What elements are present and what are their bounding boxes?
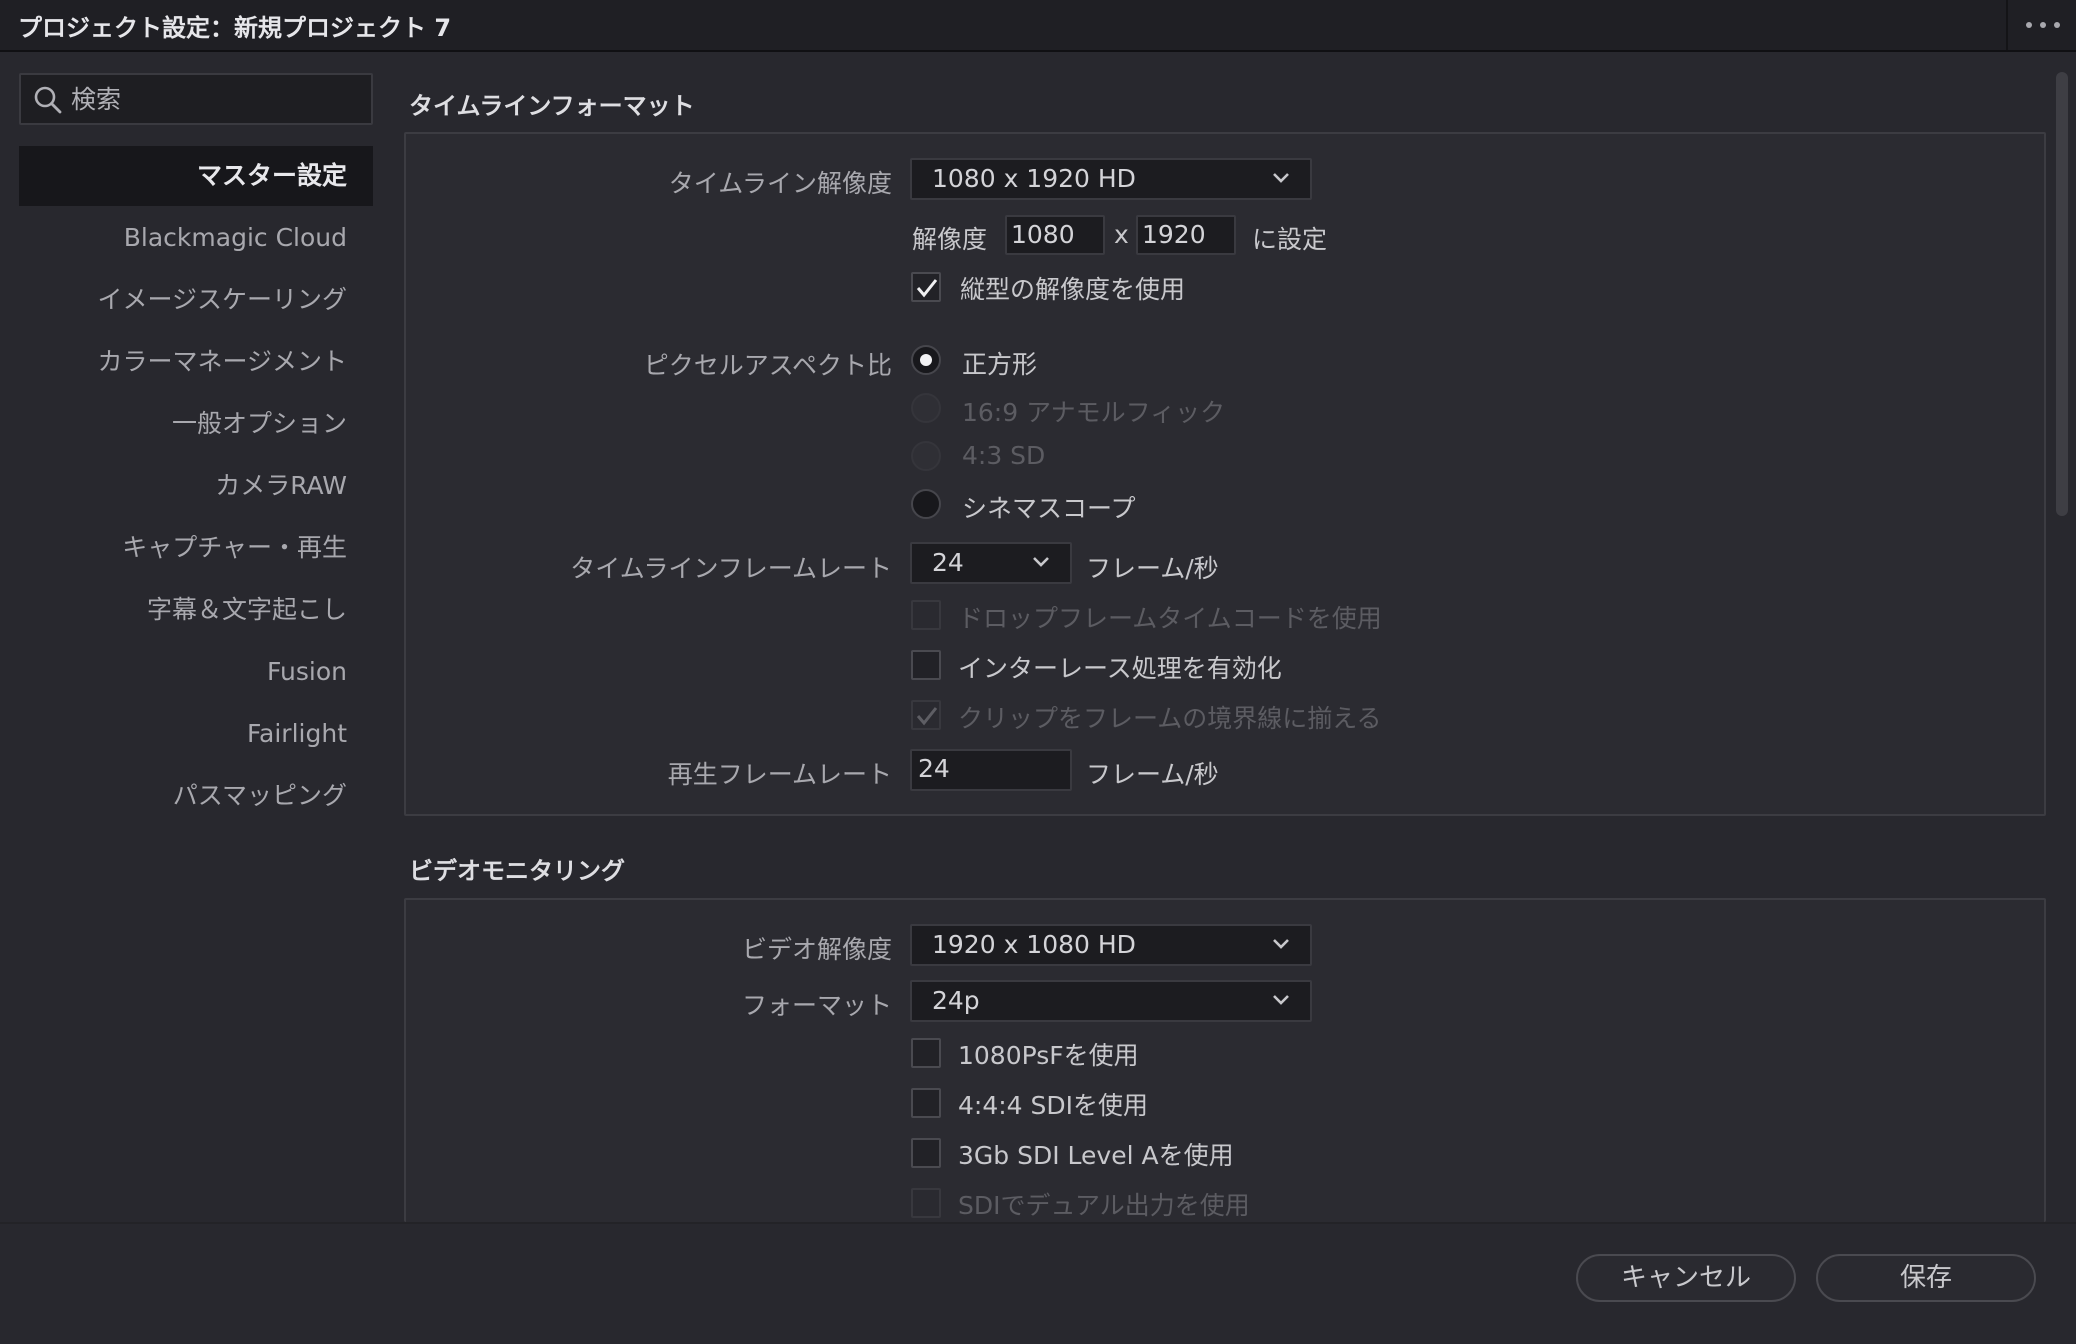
resolution-height-input[interactable]: 1920	[1136, 215, 1236, 255]
pixel-aspect-square-radio[interactable]	[911, 345, 941, 375]
vertical-resolution-checkbox[interactable]	[911, 272, 941, 302]
playback-frame-rate-input[interactable]: 24	[910, 749, 1072, 791]
video-resolution-value: 1920 x 1080 HD	[932, 930, 1136, 959]
pixel-aspect-cinemascope-radio[interactable]	[911, 489, 941, 519]
dual-sdi-checkbox[interactable]	[911, 1188, 941, 1218]
frame-rate-unit: フレーム/秒	[1086, 554, 1219, 583]
search-box[interactable]	[19, 73, 373, 125]
snap-to-frame-checkbox[interactable]	[911, 700, 941, 730]
video-format-value: 24p	[932, 986, 980, 1015]
video-resolution-dropdown[interactable]: 1920 x 1080 HD	[910, 924, 1312, 966]
snap-to-frame-label: クリップをフレームの境界線に揃える	[958, 704, 1382, 733]
sidebar-item-capture-playback[interactable]: キャプチャー・再生	[19, 518, 373, 578]
resolution-separator: x	[1114, 220, 1129, 249]
sidebar-item-fusion[interactable]: Fusion	[19, 642, 373, 702]
pixel-aspect-anamorphic-radio[interactable]	[911, 393, 941, 423]
pixel-aspect-label: ピクセルアスペクト比	[643, 351, 892, 380]
drop-frame-label: ドロップフレームタイムコードを使用	[958, 604, 1382, 633]
save-button[interactable]: 保存	[1816, 1254, 2036, 1302]
sidebar-item-subtitles[interactable]: 字幕＆文字起こし	[19, 580, 373, 640]
video-format-dropdown[interactable]: 24p	[910, 980, 1312, 1022]
chevron-down-icon	[1273, 939, 1289, 949]
playback-frame-rate-label: 再生フレームレート	[667, 760, 892, 789]
vertical-resolution-label: 縦型の解像度を使用	[960, 275, 1186, 304]
sidebar-item-image-scaling[interactable]: イメージスケーリング	[19, 270, 373, 330]
more-options-button[interactable]	[2006, 0, 2076, 50]
timeline-resolution-label: タイムライン解像度	[668, 169, 892, 198]
pixel-aspect-sd-label: 4:3 SD	[962, 441, 1046, 470]
sidebar-item-blackmagic-cloud[interactable]: Blackmagic Cloud	[19, 208, 373, 268]
chevron-down-icon	[1273, 173, 1289, 183]
custom-resolution-label: 解像度	[912, 225, 988, 254]
playback-frame-rate-unit: フレーム/秒	[1086, 760, 1219, 789]
ellipsis-dot	[2040, 22, 2046, 28]
pixel-aspect-square-label: 正方形	[962, 350, 1038, 379]
cancel-button[interactable]: キャンセル	[1576, 1254, 1796, 1302]
sidebar-item-general-options[interactable]: 一般オプション	[19, 394, 373, 454]
search-input[interactable]	[71, 83, 361, 115]
resolution-width-input[interactable]: 1080	[1005, 215, 1105, 255]
psf-label: 1080PsFを使用	[958, 1041, 1139, 1070]
psf-checkbox[interactable]	[911, 1038, 941, 1068]
section-title-video-monitoring: ビデオモニタリング	[409, 857, 625, 885]
sidebar-item-fairlight[interactable]: Fairlight	[19, 704, 373, 764]
chevron-down-icon	[1273, 995, 1289, 1005]
search-icon	[34, 86, 62, 114]
drop-frame-checkbox[interactable]	[911, 600, 941, 630]
set-resolution-label: に設定	[1252, 225, 1328, 254]
ellipsis-icon	[2026, 22, 2032, 28]
sidebar-item-color-management[interactable]: カラーマネージメント	[19, 332, 373, 392]
checkmark-icon	[916, 707, 938, 726]
interlace-label: インターレース処理を有効化	[958, 654, 1282, 683]
timeline-frame-rate-dropdown[interactable]: 24	[910, 542, 1072, 584]
window-title: プロジェクト設定：新規プロジェクト 7	[18, 14, 452, 42]
pixel-aspect-anamorphic-label: 16:9 アナモルフィック	[962, 398, 1226, 427]
chevron-down-icon	[1033, 557, 1049, 567]
ellipsis-dot	[2054, 22, 2060, 28]
pixel-aspect-cinemascope-label: シネマスコープ	[962, 494, 1136, 523]
sidebar-item-path-mapping[interactable]: パスマッピング	[19, 766, 373, 826]
sdi-444-checkbox[interactable]	[911, 1088, 941, 1118]
sidebar-item-master-settings[interactable]: マスター設定	[19, 146, 373, 206]
scrollbar-thumb[interactable]	[2056, 72, 2068, 516]
interlace-checkbox[interactable]	[911, 650, 941, 680]
dual-sdi-label: SDIでデュアル出力を使用	[958, 1191, 1250, 1220]
level-a-label: 3Gb SDI Level Aを使用	[958, 1141, 1234, 1170]
sidebar-item-camera-raw[interactable]: カメラRAW	[19, 456, 373, 516]
section-title-timeline-format: タイムラインフォーマット	[409, 92, 695, 120]
level-a-checkbox[interactable]	[911, 1138, 941, 1168]
video-resolution-label: ビデオ解像度	[741, 935, 892, 964]
timeline-frame-rate-label: タイムラインフレームレート	[570, 554, 892, 583]
pixel-aspect-sd-radio[interactable]	[911, 441, 941, 471]
timeline-resolution-value: 1080 x 1920 HD	[932, 164, 1136, 193]
timeline-frame-rate-value: 24	[932, 548, 964, 577]
sdi-444-label: 4:4:4 SDIを使用	[958, 1091, 1149, 1120]
checkmark-icon	[916, 279, 938, 298]
video-format-label: フォーマット	[741, 991, 892, 1020]
timeline-resolution-dropdown[interactable]: 1080 x 1920 HD	[910, 158, 1312, 200]
